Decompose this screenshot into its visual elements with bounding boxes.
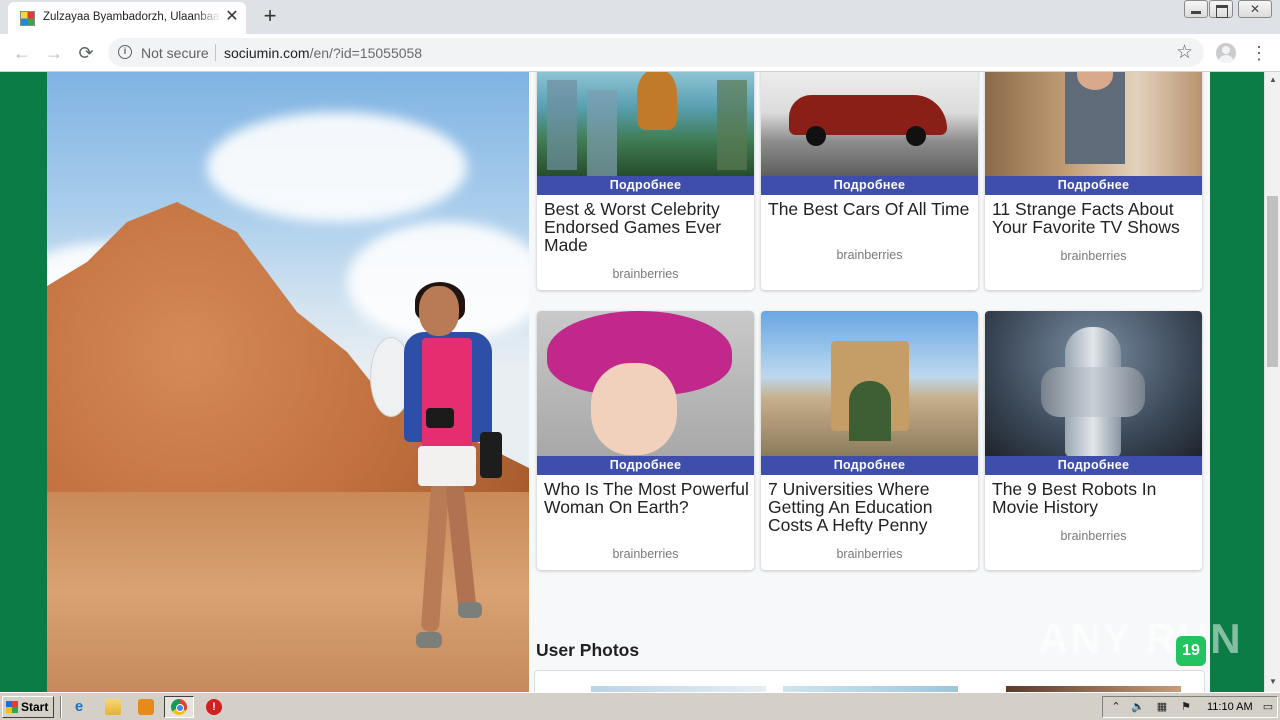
volume-icon[interactable]: 🔈	[1131, 700, 1145, 714]
stop-sign-icon[interactable]: !	[206, 699, 222, 715]
more-button[interactable]: Подробнее	[985, 176, 1202, 195]
windows-taskbar: Start e ! ⌃ 🔈 ▦ ⚑ 11:10 AM ▭	[0, 692, 1280, 720]
scroll-up-arrow-icon[interactable]: ▲	[1269, 76, 1277, 84]
reload-button[interactable]: ⟳	[74, 41, 98, 65]
start-label: Start	[21, 700, 49, 714]
card-title[interactable]: Who Is The Most Powerful Woman On Earth?	[544, 480, 749, 516]
flag-icon[interactable]: ⚑	[1179, 700, 1193, 714]
article-card[interactable]: Подробнее 7 Universities Where Getting A…	[761, 311, 978, 570]
card-thumbnail[interactable]	[761, 72, 978, 176]
taskbar-separator	[60, 696, 62, 718]
back-button[interactable]: ←	[10, 41, 34, 65]
close-window-button[interactable]	[1238, 0, 1272, 18]
bookmark-star-icon[interactable]: ☆	[1176, 41, 1193, 64]
tab-title: Zulzayaa Byambadorzh, Ulaanbaatar	[43, 11, 221, 23]
more-button[interactable]: Подробнее	[761, 456, 978, 475]
address-bar[interactable]: i Not secure sociumin.com/en/?id=1505505…	[108, 38, 1204, 67]
url-path: /en/?id=15055058	[309, 45, 423, 61]
head-shape	[419, 286, 459, 336]
card-title[interactable]: The 9 Best Robots In Movie History	[992, 480, 1197, 516]
maximize-window-button[interactable]	[1209, 0, 1233, 18]
card-thumbnail[interactable]	[985, 311, 1202, 456]
page-viewport: Подробнее Best & Worst Celebrity Endorse…	[0, 72, 1264, 692]
more-button[interactable]: Подробнее	[985, 456, 1202, 475]
windows-logo-icon	[6, 701, 18, 713]
card-title[interactable]: Best & Worst Celebrity Endorsed Games Ev…	[544, 200, 749, 254]
article-card[interactable]: Подробнее The Best Cars Of All Time brai…	[761, 72, 978, 290]
shirt-shape	[422, 338, 472, 448]
article-card[interactable]: Подробнее 11 Strange Facts About Your Fa…	[985, 72, 1202, 290]
more-button[interactable]: Подробнее	[537, 456, 754, 475]
shoe-shape	[458, 602, 482, 618]
security-status[interactable]: Not secure	[141, 45, 209, 61]
shorts-shape	[418, 446, 476, 486]
card-title[interactable]: 11 Strange Facts About Your Favorite TV …	[992, 200, 1197, 236]
profile-photo[interactable]	[47, 72, 529, 692]
minimize-window-button[interactable]	[1184, 0, 1208, 18]
card-thumbnail[interactable]	[985, 72, 1202, 176]
article-card[interactable]: Подробнее The 9 Best Robots In Movie His…	[985, 311, 1202, 570]
card-source: brainberries	[836, 248, 903, 262]
card-thumbnail[interactable]	[761, 311, 978, 456]
article-card[interactable]: Подробнее Best & Worst Celebrity Endorse…	[537, 72, 754, 290]
card-source: brainberries	[1060, 529, 1127, 543]
more-button[interactable]: Подробнее	[761, 176, 978, 195]
person-figure	[370, 282, 502, 682]
leg-shape	[445, 481, 477, 613]
anyrun-watermark: ANY RUN	[1038, 615, 1243, 662]
show-desktop-icon[interactable]: ▭	[1261, 700, 1275, 714]
taskbar-clock[interactable]: 11:10 AM	[1207, 701, 1253, 713]
folder-icon[interactable]	[105, 699, 121, 715]
notification-badge[interactable]: 19	[1176, 636, 1206, 666]
card-thumbnail[interactable]	[537, 72, 754, 176]
card-source: brainberries	[1060, 249, 1127, 263]
forward-button[interactable]: →	[42, 41, 66, 65]
profile-avatar[interactable]	[1216, 43, 1236, 63]
network-icon[interactable]: ▦	[1155, 700, 1169, 714]
scroll-thumb[interactable]	[1267, 196, 1278, 367]
info-icon[interactable]: i	[118, 45, 132, 59]
new-tab-button[interactable]: +	[259, 5, 281, 28]
close-tab-icon[interactable]: ✕	[224, 9, 240, 25]
internet-explorer-icon[interactable]: e	[71, 699, 87, 715]
page-content: Подробнее Best & Worst Celebrity Endorse…	[47, 72, 1210, 692]
card-title[interactable]: The Best Cars Of All Time	[768, 200, 973, 218]
camera-shape	[426, 408, 454, 428]
address-separator	[215, 44, 216, 61]
page-scrollbar[interactable]: ▲ ▼	[1264, 72, 1280, 692]
shoe-shape	[416, 632, 442, 648]
browser-toolbar: ← → ⟳ i Not secure sociumin.com/en/?id=1…	[0, 34, 1280, 72]
bag-shape	[480, 432, 502, 478]
tray-expand-icon[interactable]: ⌃	[1109, 700, 1123, 714]
card-source: brainberries	[612, 267, 679, 281]
user-photos-heading: User Photos	[536, 640, 640, 660]
card-source: brainberries	[836, 547, 903, 561]
more-button[interactable]: Подробнее	[537, 176, 754, 195]
chrome-icon	[171, 699, 187, 715]
site-favicon-icon	[20, 11, 35, 26]
card-source: brainberries	[612, 547, 679, 561]
chrome-taskbar-button[interactable]	[164, 696, 194, 718]
browser-titlebar: Zulzayaa Byambadorzh, Ulaanbaatar ✕ +	[0, 0, 1280, 34]
cloud-shape	[207, 112, 467, 222]
card-thumbnail[interactable]	[537, 311, 754, 456]
url-text[interactable]: sociumin.com/en/?id=15055058	[224, 45, 422, 61]
start-button[interactable]: Start	[2, 696, 54, 718]
media-player-icon[interactable]	[138, 699, 154, 715]
url-host: sociumin.com	[224, 45, 310, 61]
user-photos-strip	[534, 670, 1205, 692]
scroll-down-arrow-icon[interactable]: ▼	[1269, 678, 1277, 686]
browser-tab[interactable]: Zulzayaa Byambadorzh, Ulaanbaatar ✕	[8, 2, 246, 34]
system-tray: ⌃ 🔈 ▦ ⚑ 11:10 AM ▭	[1102, 696, 1278, 718]
browser-menu-icon[interactable]: ⋮	[1250, 42, 1268, 64]
article-card[interactable]: Подробнее Who Is The Most Powerful Woman…	[537, 311, 754, 570]
leg-shape	[420, 481, 450, 633]
card-title[interactable]: 7 Universities Where Getting An Educatio…	[768, 480, 973, 534]
